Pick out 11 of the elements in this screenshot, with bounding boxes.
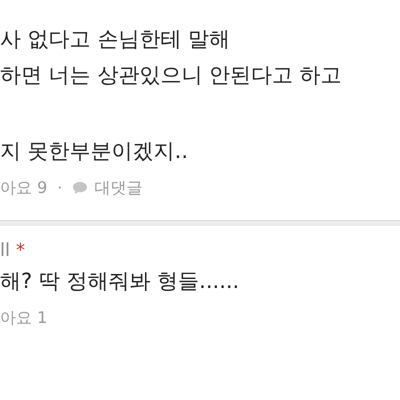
like-count[interactable]: 아요 1 (0, 306, 48, 330)
comment-text: 하면 너는 상관있으니 안된다고 하고 (0, 62, 342, 90)
comment-author: ll (0, 238, 10, 262)
reply-button[interactable]: 대댓글 (72, 176, 142, 200)
separator-dot: · (57, 177, 62, 199)
speech-bubble-icon (72, 181, 88, 195)
like-count[interactable]: 아요 9 (0, 176, 48, 200)
comment-text: 지 못한부분이겠지.. (0, 138, 188, 166)
comment-text: 해? 딱 정해줘봐 형들...... (0, 268, 240, 296)
author-marker: * (16, 238, 26, 262)
comment-text: 사 없다고 손님한테 말해 (0, 26, 230, 54)
